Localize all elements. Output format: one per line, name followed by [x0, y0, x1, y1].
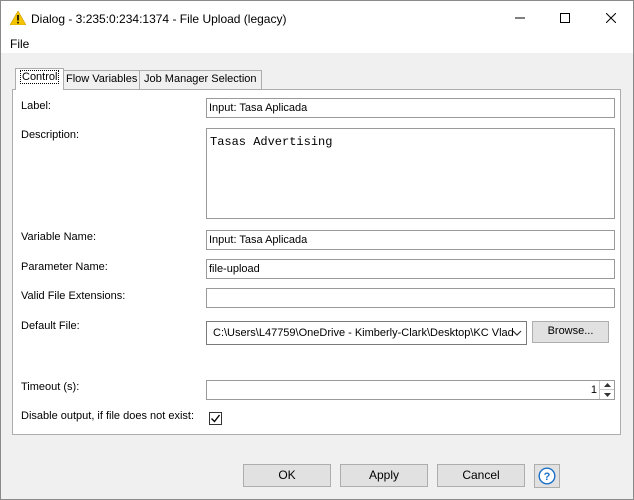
timeout-field-label: Timeout (s):	[21, 381, 80, 393]
minimize-icon	[515, 17, 525, 19]
control-panel: Label: Input: Tasa Aplicada Description:…	[12, 89, 621, 435]
svg-text:?: ?	[544, 471, 551, 483]
variable-name-field-label: Variable Name:	[21, 231, 96, 243]
tab-job-manager-selection-label: Job Manager Selection	[144, 73, 257, 85]
warning-icon	[10, 11, 26, 25]
timeout-value: 1	[590, 384, 597, 396]
browse-button[interactable]: Browse...	[532, 321, 609, 343]
ok-button[interactable]: OK	[243, 464, 331, 487]
maximize-button[interactable]	[542, 1, 588, 35]
spinner-buttons	[599, 381, 614, 399]
timeout-spinner[interactable]: 1	[206, 380, 615, 400]
description-field-label: Description:	[21, 129, 80, 141]
dialog-window: Dialog - 3:235:0:234:1374 - File Upload …	[0, 0, 634, 500]
tab-control[interactable]: Control	[15, 68, 65, 90]
valid-extensions-field-label: Valid File Extensions:	[21, 290, 126, 302]
close-icon	[606, 13, 616, 23]
checkmark-icon	[211, 414, 221, 423]
dialog-body: Control Flow Variables Job Manager Selec…	[1, 53, 633, 499]
parameter-name-field-label: Parameter Name:	[21, 261, 108, 273]
disable-output-field-label: Disable output, if file does not exist:	[21, 410, 195, 422]
help-icon: ?	[538, 467, 556, 485]
description-textarea[interactable]: Tasas Advertising	[206, 128, 615, 219]
tab-flow-variables[interactable]: Flow Variables	[61, 70, 143, 89]
default-file-field-label: Default File:	[21, 320, 80, 332]
window-title: Dialog - 3:235:0:234:1374 - File Upload …	[31, 12, 287, 26]
chevron-down-icon	[512, 330, 522, 336]
arrow-down-icon	[603, 392, 611, 397]
label-input[interactable]: Input: Tasa Aplicada	[206, 98, 615, 118]
menu-bar: File	[1, 35, 633, 53]
tab-flow-variables-label: Flow Variables	[66, 73, 138, 85]
cancel-button[interactable]: Cancel	[437, 464, 525, 487]
spinner-up-button[interactable]	[600, 381, 614, 390]
default-file-value: C:\Users\L47759\OneDrive - Kimberly-Clar…	[213, 327, 514, 339]
spinner-down-button[interactable]	[600, 390, 614, 399]
label-field-label: Label:	[21, 100, 51, 112]
apply-button[interactable]: Apply	[340, 464, 428, 487]
title-bar[interactable]: Dialog - 3:235:0:234:1374 - File Upload …	[1, 1, 633, 35]
minimize-button[interactable]	[497, 1, 543, 35]
tab-control-label: Control	[20, 70, 60, 84]
tab-job-manager-selection[interactable]: Job Manager Selection	[139, 70, 262, 89]
variable-name-input[interactable]: Input: Tasa Aplicada	[206, 230, 615, 250]
help-button[interactable]: ?	[534, 464, 560, 488]
disable-output-checkbox[interactable]	[209, 412, 222, 425]
default-file-select[interactable]: C:\Users\L47759\OneDrive - Kimberly-Clar…	[206, 321, 527, 345]
valid-extensions-input[interactable]	[206, 288, 615, 308]
parameter-name-input[interactable]: file-upload	[206, 259, 615, 279]
menu-file[interactable]: File	[10, 37, 29, 51]
arrow-up-icon	[603, 383, 611, 387]
close-button[interactable]	[588, 1, 634, 35]
maximize-icon	[560, 13, 570, 23]
